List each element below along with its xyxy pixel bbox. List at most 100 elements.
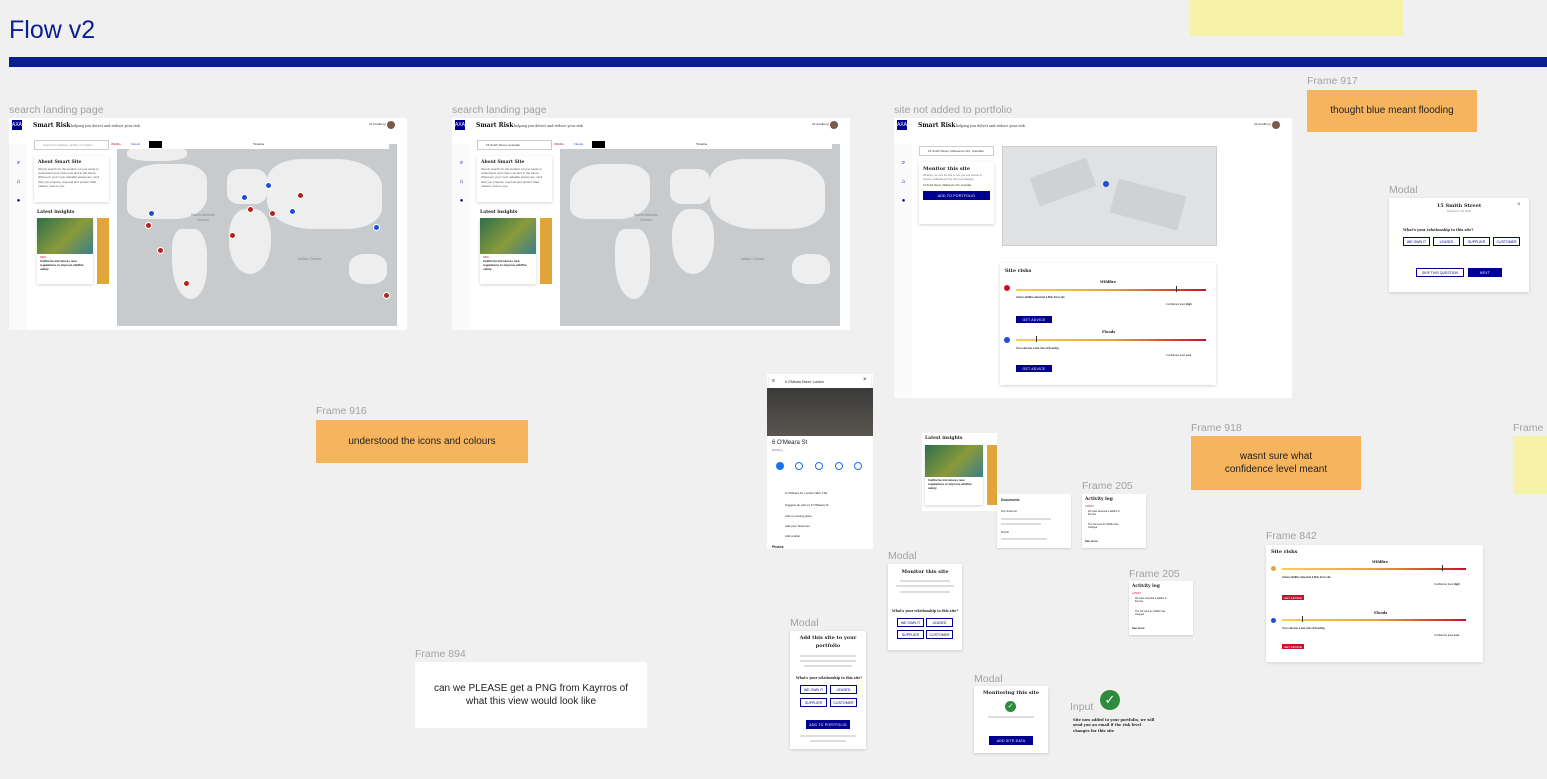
avatar[interactable] — [830, 121, 838, 129]
gmaps-row[interactable]: Add a missing place — [785, 514, 812, 518]
insight-title: California introduces new regulations to… — [483, 259, 527, 271]
activity-latest: LATEST — [1085, 505, 1094, 508]
insight-card[interactable]: NEW California introduces new regulation… — [37, 218, 93, 284]
search-input[interactable]: Search an address, facility or location — [34, 140, 109, 150]
check-circle-icon[interactable]: ● — [458, 198, 465, 205]
place-photo — [767, 388, 873, 436]
site-not-added-frame: AXA Smart Risk helping you detect and re… — [894, 118, 1292, 398]
get-advice-button[interactable]: GET ADVICE — [1282, 595, 1304, 600]
search-input[interactable]: 15 Smith Street, Melbourne VIC, Australi… — [919, 146, 994, 156]
directions-button[interactable] — [776, 462, 784, 470]
search-icon[interactable]: ⌕ — [900, 160, 907, 167]
google-maps-panel: ≡ 6 O'Meara Street, London × 6 O'Meara S… — [767, 374, 873, 549]
option-own-button[interactable]: WE OWN IT — [897, 618, 924, 627]
check-circle-icon[interactable]: ● — [15, 198, 22, 205]
page-title: Flow v2 — [9, 16, 96, 44]
see-more-link[interactable]: See more — [1085, 539, 1098, 543]
insight-title: California introduces new regulations to… — [40, 259, 84, 271]
frame-label: Modal — [1389, 184, 1418, 196]
avatar[interactable] — [1272, 121, 1280, 129]
close-icon[interactable]: × — [863, 377, 867, 383]
save-button[interactable] — [795, 462, 803, 470]
nearby-button[interactable] — [815, 462, 823, 470]
satellite-map[interactable] — [1002, 146, 1217, 246]
world-map[interactable]: North Atlantic Ocean Indian Ocean — [117, 144, 397, 326]
search-icon[interactable]: ⌕ — [458, 160, 465, 167]
about-card: About Smart Site Simply search for the l… — [477, 156, 552, 202]
home-icon[interactable]: ⌂ — [458, 179, 465, 186]
flood-sub: Your site has a low risk of flooding — [1016, 347, 1059, 350]
home-icon[interactable]: ⌂ — [900, 179, 907, 186]
filter-toggle[interactable] — [592, 141, 605, 148]
option-customer-button[interactable]: CUSTOMER — [830, 698, 857, 707]
get-advice-button[interactable]: GET ADVICE — [1016, 316, 1052, 323]
gmaps-row[interactable]: Add a label — [785, 534, 800, 538]
next-button[interactable]: NEXT — [1468, 268, 1502, 277]
add-to-portfolio-button[interactable]: ADD TO PORTFOLIO — [923, 191, 990, 201]
gmaps-row[interactable]: Add your business — [785, 524, 810, 528]
site-risks-card: Site risks Wildfire Active wildfire dete… — [1000, 263, 1216, 385]
see-more-link[interactable]: See more — [1132, 626, 1145, 630]
option-supplier-button[interactable]: SUPPLIER — [1463, 237, 1490, 246]
activity-latest: LATEST — [1132, 592, 1141, 595]
skip-question-button[interactable]: SKIP THIS QUESTION — [1416, 268, 1464, 277]
close-icon[interactable]: × — [1517, 202, 1521, 208]
option-leased-button[interactable]: LEASED — [926, 618, 953, 627]
get-advice-button[interactable]: GET ADVICE — [1016, 365, 1052, 372]
user-name[interactable]: Ali Goldberg — [812, 122, 829, 126]
add-site-data-button[interactable]: ADD SITE DATA — [989, 736, 1033, 745]
send-to-phone-button[interactable] — [835, 462, 843, 470]
option-supplier-button[interactable]: SUPPLIER — [897, 630, 924, 639]
gmaps-row[interactable]: 6 O'Meara St, London SE1 1TE — [785, 491, 827, 495]
monitoring-modal: Monitoring this site ✓ ADD SITE DATA — [974, 686, 1048, 753]
insight-card[interactable]: NEW California introduces new regulation… — [480, 218, 536, 284]
avatar[interactable] — [387, 121, 395, 129]
brand-tagline: helping you detect and reduce your risk — [71, 123, 140, 128]
option-own-button[interactable]: WE OWN IT — [800, 685, 827, 694]
insight-card-peek — [987, 445, 997, 505]
option-supplier-button[interactable]: SUPPLIER — [800, 698, 827, 707]
wildfire-title: Wildfire — [1372, 560, 1389, 564]
insight-card[interactable]: California introduces new regulations to… — [925, 445, 983, 505]
get-advice-button[interactable]: GET ADVICE — [1282, 644, 1304, 649]
site-risks-title: Site risks — [1271, 549, 1298, 555]
add-to-portfolio-button[interactable]: ADD TO PORTFOLIO — [806, 720, 850, 729]
filter-floods[interactable]: Floods — [131, 142, 140, 146]
search-input-value: 15 Smith Street, Melbourne VIC, Australi… — [928, 149, 984, 153]
filter-floods[interactable]: Floods — [574, 142, 583, 146]
user-name[interactable]: Ali Goldberg — [369, 122, 386, 126]
about-text: Simply search for the location of your a… — [38, 167, 100, 188]
frame-label: Frame 916 — [316, 405, 367, 417]
latest-insights-frame: Latest insights California introduces ne… — [922, 433, 997, 511]
timeline-dropdown[interactable]: Timeline — [253, 142, 264, 146]
option-leased-button[interactable]: LEASED — [830, 685, 857, 694]
world-map[interactable]: North Atlantic Ocean Indian Ocean — [560, 144, 840, 326]
activity-item: We have detected a wildfire in this site — [1135, 597, 1167, 604]
timeline-dropdown[interactable]: Timeline — [696, 142, 707, 146]
filter-toggle[interactable] — [149, 141, 162, 148]
option-own-button[interactable]: WE OWN IT — [1403, 237, 1430, 246]
gmaps-search[interactable]: ≡ 6 O'Meara Street, London × — [769, 376, 871, 388]
share-button[interactable] — [854, 462, 862, 470]
insight-image — [37, 218, 93, 254]
user-name[interactable]: Ali Goldberg — [1254, 122, 1271, 126]
map-pin-icon — [1103, 181, 1109, 187]
option-customer-button[interactable]: CUSTOMER — [926, 630, 953, 639]
activity-log-a: Activity log LATEST We have detected a w… — [1082, 494, 1146, 548]
search-input[interactable]: 15 Smith Street, Australia — [477, 140, 552, 150]
search-icon[interactable]: ⌕ — [15, 160, 22, 167]
latest-insights-title: Latest insights — [37, 210, 75, 215]
filter-bar: Wildfire Floods Timeline — [109, 140, 389, 149]
option-customer-button[interactable]: CUSTOMER — [1493, 237, 1520, 246]
filter-wildfire[interactable]: Wildfire — [554, 142, 564, 146]
home-icon[interactable]: ⌂ — [15, 179, 22, 186]
floods-risk-icon — [1271, 618, 1276, 623]
search-input-placeholder: Search an address, facility or location — [43, 143, 93, 147]
confidence-high: Confidence level High — [1434, 583, 1460, 586]
check-circle-icon[interactable]: ● — [900, 198, 907, 205]
option-leased-button[interactable]: LEASED — [1433, 237, 1460, 246]
filter-wildfire[interactable]: Wildfire — [111, 142, 121, 146]
gmaps-row[interactable]: Suggest an edit on 6 O'Meara St — [785, 503, 828, 507]
gmaps-menu-icon[interactable]: ≡ — [772, 378, 775, 384]
map-ocean-label: Indian Ocean — [740, 256, 765, 261]
